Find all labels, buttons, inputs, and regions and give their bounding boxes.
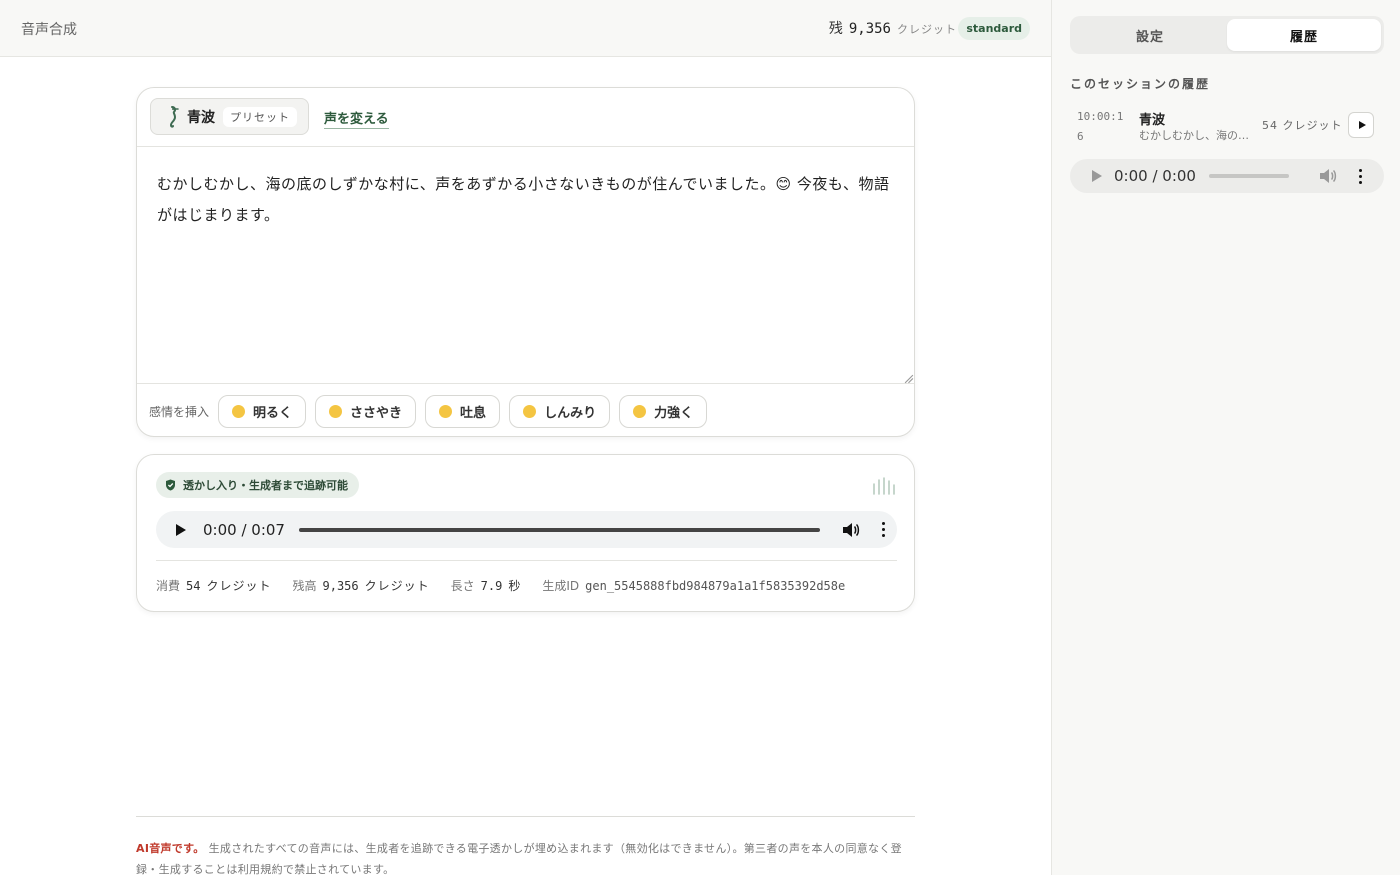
tab-history[interactable]: 履歴 — [1227, 19, 1381, 51]
meta-generation-id: 生成ID gen_5545888fbd984879a1a1f5835392d58e — [542, 579, 846, 593]
history-play-button[interactable] — [1348, 112, 1374, 138]
volume-icon[interactable] — [1319, 168, 1337, 184]
main-area: 音声合成 残 9,356 クレジット standard 青波 プリセット 声を変… — [0, 0, 1051, 875]
credits-display: 残 9,356 クレジット — [829, 18, 957, 38]
play-icon — [1358, 121, 1366, 129]
resize-grip-icon[interactable] — [904, 374, 914, 384]
script-textarea[interactable]: むかしむかし、海の底のしずかな村に、声をあずかる小さないきものが住んでいました。… — [137, 147, 914, 384]
credits-unit: クレジット — [897, 23, 957, 36]
emotion-button-sigh[interactable]: 吐息 — [425, 394, 501, 428]
more-options-icon[interactable] — [882, 522, 885, 537]
voice-row: 青波 プリセット 声を変える — [137, 88, 914, 147]
generation-meta: 消費 54 クレジット 残高 9,356 クレジット 長さ 7.9 秒 生成ID gen_55… — [156, 577, 845, 594]
preset-tag: プリセット — [223, 106, 297, 127]
more-options-icon[interactable] — [1359, 168, 1362, 184]
emotion-button-label: しんみり — [544, 405, 597, 421]
plan-badge: standard — [958, 17, 1030, 40]
bright-face-icon — [232, 404, 246, 418]
credits-value: 9,356 — [848, 21, 891, 37]
emotion-button-label: ささやき — [350, 405, 403, 421]
side-panel: 設定 履歴 このセッションの履歴 10:00:16 青波 むかしむかし、海の底の… — [1051, 0, 1400, 875]
top-bar: 音声合成 残 9,356 クレジット standard — [0, 0, 1051, 57]
player-progress-bar[interactable] — [299, 527, 820, 532]
mini-player-time: 0:00 / 0:00 — [1114, 167, 1196, 185]
sigh-face-icon — [439, 404, 453, 418]
meta-cost: 消費 54 クレジット — [156, 579, 272, 593]
shield-check-icon — [166, 479, 175, 491]
audio-player: 0:00 / 0:07 — [156, 511, 897, 548]
history-voice-name: 青波 — [1139, 113, 1166, 128]
emotion-button-label: 吐息 — [460, 405, 487, 421]
waveform-icon — [873, 477, 895, 495]
output-card: 透かし入り・生成者まで追跡可能 0:00 / 0:07 消費54クレジット — [136, 454, 915, 612]
change-voice-link[interactable]: 声を変える — [324, 108, 389, 129]
meta-length: 長さ 7.9 秒 — [450, 579, 522, 593]
notice-text: 生成されたすべての音声には、生成者を追跡できる電子透かしが埋め込まれます（無効化… — [136, 842, 902, 875]
meta-balance: 残高 9,356 クレジット — [292, 579, 430, 593]
volume-icon[interactable] — [842, 522, 860, 538]
emotion-button-label: 明るく — [253, 405, 293, 421]
emotion-row: 感情を挿入 明るく ささやき 吐息 しんみり 力強く — [137, 384, 914, 438]
watermark-badge: 透かし入り・生成者まで追跡可能 — [156, 472, 359, 498]
emotion-button-bright[interactable]: 明るく — [218, 394, 307, 428]
history-audio-player: 0:00 / 0:00 — [1070, 159, 1384, 193]
divider — [156, 560, 897, 561]
whisper-face-icon — [329, 404, 343, 418]
mini-player-progress-bar[interactable] — [1209, 174, 1289, 178]
footer-notice: AI音声です。 生成されたすべての音声には、生成者を追跡できる電子透かしが埋め込ま… — [136, 838, 915, 875]
strong-face-icon — [633, 404, 647, 418]
history-cost: 54 クレジット — [1262, 119, 1343, 132]
emotion-button-whisper[interactable]: ささやき — [315, 394, 417, 428]
seahorse-icon — [165, 105, 179, 129]
voice-selector[interactable]: 青波 プリセット — [150, 98, 309, 135]
editor-card: 青波 プリセット 声を変える むかしむかし、海の底のしずかな村に、声をあずかる小… — [136, 87, 915, 437]
credits-prefix: 残 — [828, 21, 843, 37]
history-time: 10:00:16 — [1077, 110, 1124, 143]
history-title: このセッションの履歴 — [1070, 77, 1211, 91]
emotion-button-sad[interactable]: しんみり — [509, 394, 611, 428]
app-title: 音声合成 — [21, 22, 77, 38]
player-time: 0:00 / 0:07 — [203, 520, 285, 539]
emotion-label: 感情を挿入 — [149, 404, 210, 419]
history-snippet: むかしむかし、海の底のしずかな村に — [1139, 129, 1249, 142]
emotion-button-strong[interactable]: 力強く — [619, 394, 708, 428]
tab-settings[interactable]: 設定 — [1073, 19, 1227, 51]
ai-label: AI音声です。 — [136, 842, 205, 855]
watermark-text: 透かし入り・生成者まで追跡可能 — [183, 479, 348, 492]
emotion-button-label: 力強く — [654, 405, 694, 421]
play-icon[interactable] — [1092, 170, 1102, 182]
play-icon[interactable] — [176, 523, 186, 536]
footer-divider — [136, 816, 915, 817]
history-item[interactable]: 10:00:16 青波 むかしむかし、海の底のしずかな村に 54 クレジット — [1070, 105, 1384, 149]
panel-tabs: 設定 履歴 — [1070, 16, 1384, 54]
sad-face-icon — [523, 404, 537, 418]
voice-name: 青波 — [187, 109, 215, 126]
